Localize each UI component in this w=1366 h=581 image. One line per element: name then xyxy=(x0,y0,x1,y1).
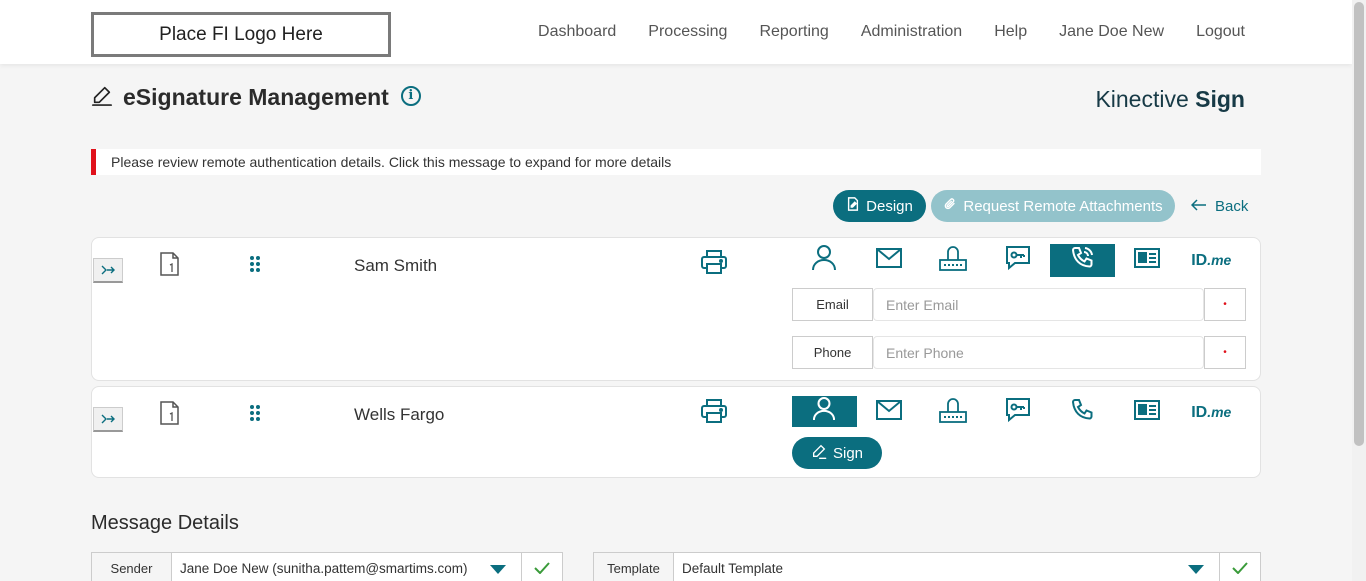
check-icon xyxy=(1232,562,1248,574)
brand-bold: Sign xyxy=(1195,86,1245,112)
auth-phone[interactable] xyxy=(1050,244,1115,277)
auth-network[interactable] xyxy=(921,244,986,277)
sender-label: Sender xyxy=(91,552,172,581)
signer-card: Wells Fargo ID.me Sign xyxy=(91,386,1261,478)
user-icon xyxy=(813,396,836,426)
arrow-left-icon xyxy=(1190,198,1207,215)
message-details-title: Message Details xyxy=(91,512,239,534)
drag-handle-icon[interactable] xyxy=(249,255,261,278)
auth-email[interactable] xyxy=(857,244,922,277)
signer-card: Sam Smith ID.me Email Enter Email • Phon… xyxy=(91,237,1261,381)
auth-network[interactable] xyxy=(921,396,986,429)
template-confirm-check xyxy=(1219,552,1261,581)
auth-methods: ID.me xyxy=(792,244,1244,277)
info-icon[interactable]: i xyxy=(400,85,421,106)
router-icon xyxy=(939,396,968,429)
phone-icon xyxy=(1070,398,1094,427)
request-attachments-label: Request Remote Attachments xyxy=(963,197,1163,215)
auth-id-document[interactable] xyxy=(1115,244,1180,277)
signer-name: Wells Fargo xyxy=(354,405,445,424)
drag-handle-icon[interactable] xyxy=(249,404,261,427)
auth-email[interactable] xyxy=(857,396,922,429)
design-label: Design xyxy=(866,197,913,215)
id-card-icon xyxy=(1133,400,1160,425)
fi-logo-placeholder[interactable]: Place FI Logo Here xyxy=(91,12,391,57)
scrollbar-thumb[interactable] xyxy=(1354,2,1364,446)
document-icon[interactable] xyxy=(159,252,181,281)
page-scrollbar[interactable] xyxy=(1352,0,1366,581)
nav-logout[interactable]: Logout xyxy=(1196,23,1245,41)
nav-processing[interactable]: Processing xyxy=(648,23,727,41)
required-indicator: • xyxy=(1204,336,1246,369)
email-label: Email xyxy=(792,288,873,321)
template-value: Default Template xyxy=(682,560,784,576)
request-remote-attachments-button[interactable]: Request Remote Attachments xyxy=(931,190,1175,222)
required-indicator: • xyxy=(1204,288,1246,321)
check-icon xyxy=(534,562,550,574)
idme-logo: ID.me xyxy=(1191,404,1231,422)
nav-user-menu[interactable]: Jane Doe New xyxy=(1059,23,1164,41)
back-label: Back xyxy=(1215,197,1249,215)
auth-idme[interactable]: ID.me xyxy=(1179,396,1244,429)
back-button[interactable]: Back xyxy=(1190,190,1249,222)
sign-label: Sign xyxy=(832,444,864,462)
paperclip-icon xyxy=(943,197,957,215)
email-icon xyxy=(875,248,902,273)
idme-id: ID xyxy=(1191,403,1208,421)
sms-key-icon xyxy=(1005,397,1031,428)
page-header: eSignature Management i xyxy=(91,84,421,111)
document-edit-icon xyxy=(846,197,860,215)
sender-confirm-check xyxy=(521,552,563,581)
auth-id-document[interactable] xyxy=(1115,396,1180,429)
router-icon xyxy=(939,244,968,277)
idme-logo: ID.me xyxy=(1191,252,1231,270)
template-select[interactable]: Default Template xyxy=(673,552,1220,581)
idme-me: .me xyxy=(1207,403,1232,420)
auth-methods: ID.me xyxy=(792,396,1244,429)
nav-dashboard[interactable]: Dashboard xyxy=(538,23,616,41)
auth-idme[interactable]: ID.me xyxy=(1179,244,1244,277)
printer-icon[interactable] xyxy=(701,250,727,279)
auth-phone[interactable] xyxy=(1050,396,1115,429)
kinective-sign-logo: Kinective Sign xyxy=(1095,86,1245,113)
nav-help[interactable]: Help xyxy=(994,23,1027,41)
email-icon xyxy=(875,400,902,425)
top-navbar: Place FI Logo Here Dashboard Processing … xyxy=(0,0,1352,64)
idme-me: .me xyxy=(1207,251,1232,268)
auth-sms-code[interactable] xyxy=(986,396,1051,429)
id-card-icon xyxy=(1133,248,1160,273)
sender-select[interactable]: Jane Doe New (sunitha.pattem@smartims.co… xyxy=(171,552,522,581)
expand-signer-button[interactable] xyxy=(93,258,123,283)
caret-down-icon xyxy=(1188,565,1204,574)
nav-reporting[interactable]: Reporting xyxy=(759,23,828,41)
phone-input[interactable]: Enter Phone xyxy=(873,336,1204,369)
sender-value: Jane Doe New (sunitha.pattem@smartims.co… xyxy=(180,560,468,576)
remote-auth-alert[interactable]: Please review remote authentication deta… xyxy=(91,149,1261,175)
caret-down-icon xyxy=(490,565,506,574)
phone-icon xyxy=(1070,246,1094,275)
auth-sms-code[interactable] xyxy=(986,244,1051,277)
nav-administration[interactable]: Administration xyxy=(861,23,962,41)
sms-key-icon xyxy=(1005,245,1031,276)
template-label: Template xyxy=(593,552,674,581)
brand-light: Kinective xyxy=(1095,86,1196,112)
email-input[interactable]: Enter Email xyxy=(873,288,1204,321)
pen-icon xyxy=(91,84,113,111)
sign-button[interactable]: Sign xyxy=(792,437,882,469)
auth-in-person[interactable] xyxy=(792,396,857,427)
auth-in-person[interactable] xyxy=(792,244,857,277)
phone-label: Phone xyxy=(792,336,873,369)
expand-signer-button[interactable] xyxy=(93,407,123,432)
phone-field-row: Phone Enter Phone • xyxy=(792,336,1246,369)
printer-icon[interactable] xyxy=(701,399,727,428)
main-nav: Dashboard Processing Reporting Administr… xyxy=(538,0,1245,64)
design-button[interactable]: Design xyxy=(833,190,926,222)
idme-id: ID xyxy=(1191,251,1208,269)
page-title: eSignature Management xyxy=(123,84,389,110)
document-icon[interactable] xyxy=(159,401,181,430)
email-field-row: Email Enter Email • xyxy=(792,288,1246,321)
pen-icon xyxy=(811,443,827,463)
user-icon xyxy=(812,245,837,276)
signer-name: Sam Smith xyxy=(354,256,438,275)
